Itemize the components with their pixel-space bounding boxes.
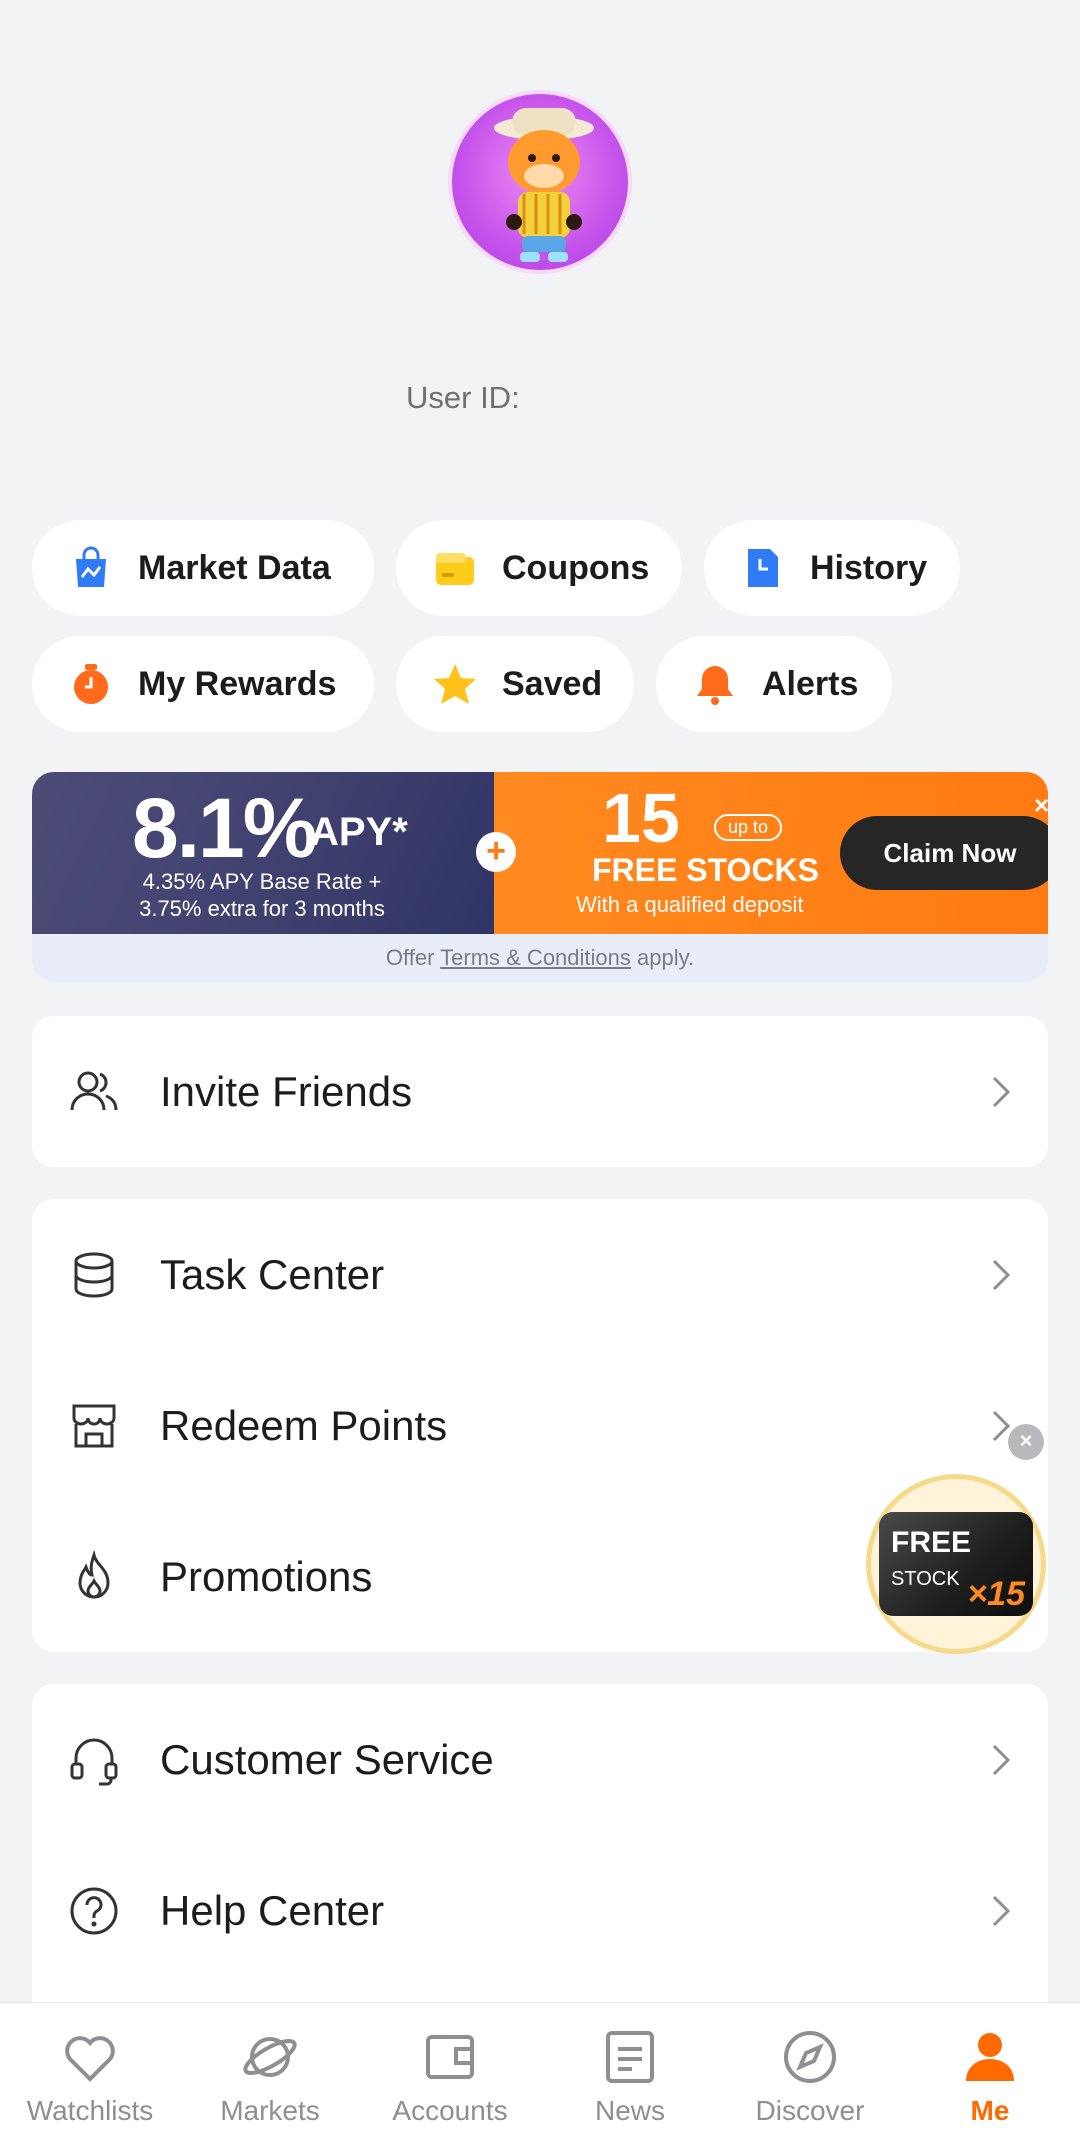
news-icon (606, 2031, 654, 2083)
redeem-points-label: Redeem Points (160, 1401, 448, 1449)
stocks-count: 15 (602, 779, 680, 857)
tab-label: Markets (220, 2095, 320, 2126)
promo-banner[interactable]: 8.1% APY* 4.35% APY Base Rate + 3.75% ex… (32, 772, 1048, 982)
market-data-bag-icon (68, 545, 114, 591)
coupons-button[interactable]: Coupons (396, 520, 682, 616)
terms-suffix: apply. (630, 945, 695, 970)
tab-accounts[interactable]: Accounts (360, 2003, 540, 2146)
banner-close-icon[interactable]: × (1034, 790, 1048, 821)
customer-service-row[interactable]: Customer Service (32, 1684, 1048, 1835)
help-center-row[interactable]: Help Center (32, 1835, 1048, 1986)
tab-label: Accounts (392, 2095, 508, 2126)
bubble-close-icon[interactable]: × (1008, 1424, 1044, 1460)
free-stock-ticket: FREE STOCK ×15 (879, 1512, 1033, 1616)
tab-news[interactable]: News (540, 2003, 720, 2146)
apy-unit: APY* (310, 810, 408, 854)
user-id-label: User ID: (406, 380, 520, 415)
my-rewards-button[interactable]: My Rewards (32, 636, 374, 732)
terms-prefix: Offer (385, 945, 441, 970)
banner-apy-panel: 8.1% APY* 4.35% APY Base Rate + 3.75% ex… (32, 772, 494, 934)
terms-line: Offer Terms & Conditions apply. (32, 934, 1048, 982)
tab-label: Me (970, 2095, 1010, 2126)
chevron-right-icon (992, 1895, 1011, 1926)
saved-label: Saved (502, 664, 603, 703)
history-document-icon (740, 545, 786, 591)
menu-card-support: Customer Service Help Center (32, 1684, 1048, 2002)
tab-markets[interactable]: Markets (180, 2003, 360, 2146)
tab-discover[interactable]: Discover (720, 2003, 900, 2146)
headset-icon (70, 1738, 118, 1785)
invite-friends-label: Invite Friends (160, 1067, 413, 1115)
market-data-label: Market Data (138, 548, 331, 587)
coupon-wallet-icon (432, 545, 478, 591)
invite-friends-icon (70, 1071, 118, 1110)
stock-text: STOCK (891, 1568, 960, 1590)
market-data-button[interactable]: Market Data (32, 520, 374, 616)
person-icon (966, 2033, 1014, 2081)
apy-sub-line-2: 3.75% extra for 3 months (139, 896, 385, 921)
tab-label: News (594, 2095, 665, 2126)
alerts-button[interactable]: Alerts (656, 636, 892, 732)
coupons-label: Coupons (502, 548, 650, 587)
plus-icon: + (476, 832, 516, 872)
task-center-icon (74, 1252, 114, 1298)
chevron-right-icon (992, 1744, 1011, 1775)
history-button[interactable]: History (704, 520, 960, 616)
chevron-right-icon (992, 1259, 1011, 1290)
stock-count-text: ×15 (967, 1575, 1025, 1613)
tab-me[interactable]: Me (900, 2003, 1080, 2146)
tab-label: Discover (755, 2095, 865, 2126)
customer-service-label: Customer Service (160, 1735, 494, 1783)
flame-icon (78, 1550, 110, 1599)
task-center-label: Task Center (160, 1250, 385, 1298)
free-stocks-text: FREE STOCKS (592, 852, 819, 888)
chevron-right-icon (992, 1076, 1011, 1107)
saved-button[interactable]: Saved (396, 636, 634, 732)
invite-friends-row[interactable]: Invite Friends (32, 1016, 1048, 1167)
apy-sub-line-1: 4.35% APY Base Rate + (142, 869, 382, 894)
mascot-icon (494, 108, 594, 262)
free-text: FREE (891, 1526, 972, 1559)
alerts-label: Alerts (762, 664, 859, 703)
help-circle-icon (70, 1887, 118, 1934)
compass-icon (784, 2031, 836, 2083)
menu-card-invite: Invite Friends (32, 1016, 1048, 1167)
rewards-timer-icon (68, 661, 114, 707)
up-to-badge: up to (714, 814, 783, 841)
avatar[interactable] (448, 90, 632, 274)
terms-link[interactable]: Terms & Conditions (440, 945, 631, 970)
claim-now-button[interactable]: Claim Now (840, 816, 1048, 890)
star-icon (432, 661, 478, 707)
apy-value: 8.1% (132, 781, 317, 875)
tab-watchlists[interactable]: Watchlists (0, 2003, 180, 2146)
history-label: History (810, 548, 928, 587)
apy-subtext: 4.35% APY Base Rate + 3.75% extra for 3 … (102, 868, 422, 922)
free-stock-bubble[interactable]: FREE STOCK ×15 (866, 1474, 1046, 1654)
planet-icon (243, 2037, 297, 2077)
tab-label: Watchlists (26, 2095, 154, 2126)
store-icon (72, 1404, 116, 1447)
wallet-icon (426, 2035, 474, 2079)
qualified-deposit-text: With a qualified deposit (576, 892, 804, 917)
help-center-label: Help Center (160, 1886, 385, 1934)
heart-icon (65, 2036, 115, 2082)
bottom-tab-bar: Watchlists Markets Accounts News Discove… (0, 2002, 1080, 2146)
redeem-points-row[interactable]: Redeem Points (32, 1350, 1048, 1501)
task-center-row[interactable]: Task Center (32, 1199, 1048, 1350)
my-rewards-label: My Rewards (138, 664, 337, 703)
promotions-label: Promotions (160, 1552, 373, 1600)
bell-icon (692, 661, 738, 707)
